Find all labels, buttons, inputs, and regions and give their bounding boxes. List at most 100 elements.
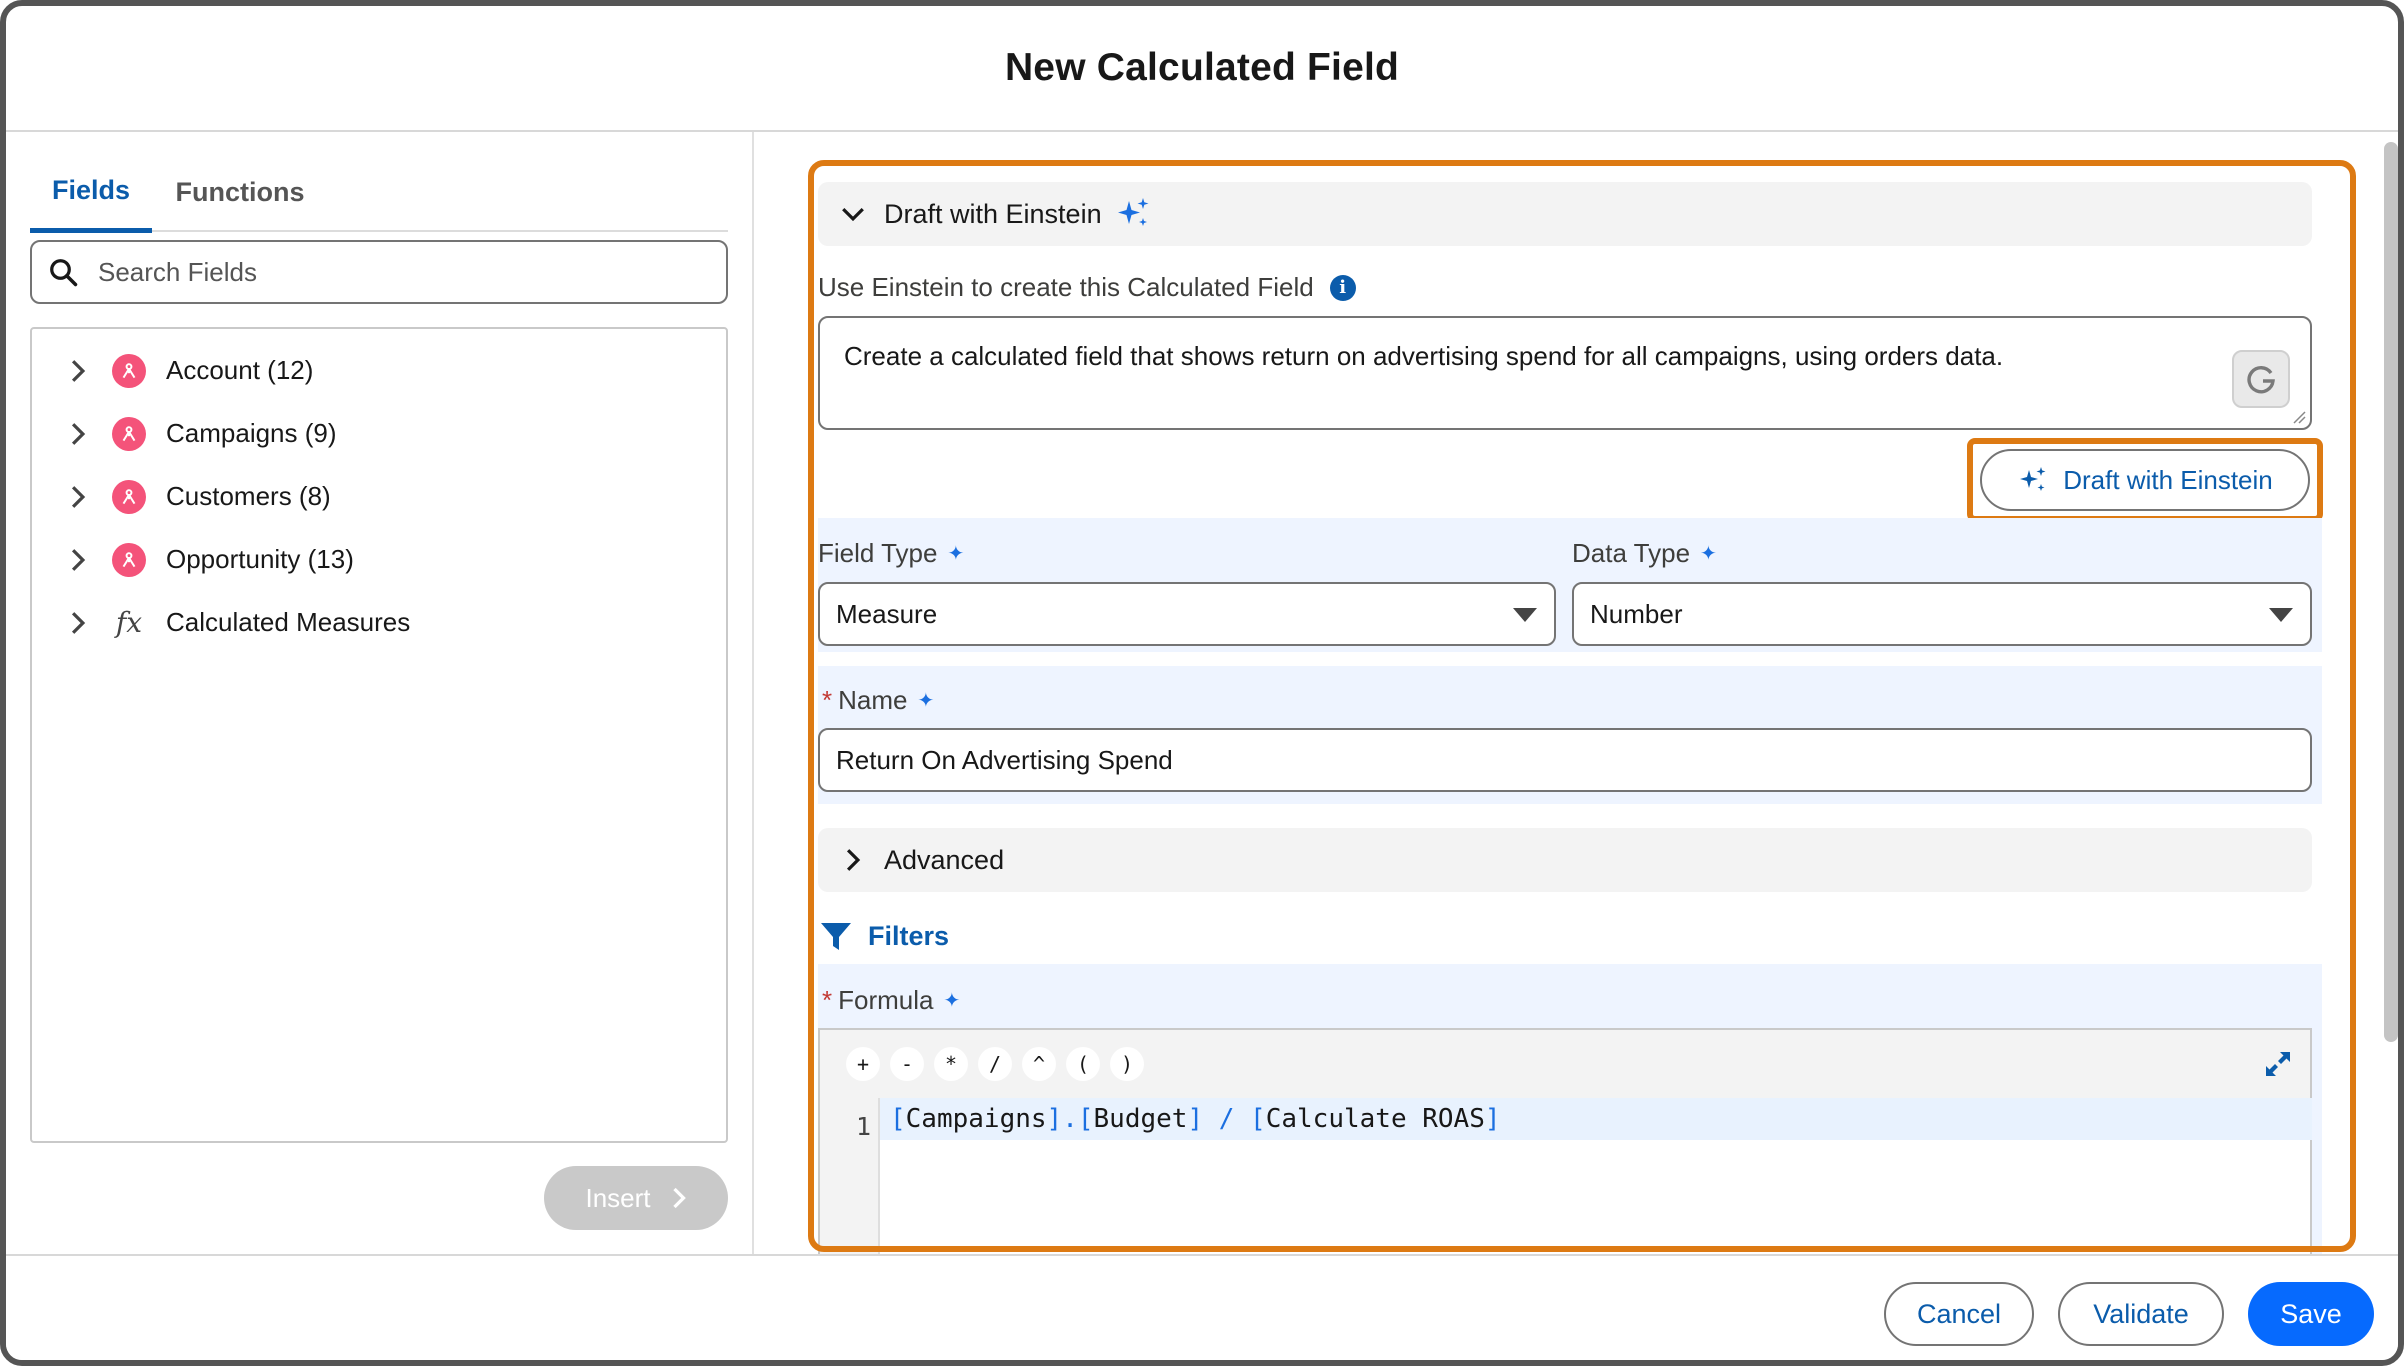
modal-footer: Cancel Validate Save — [6, 1254, 2398, 1360]
tab-bar: Fields Functions — [30, 152, 728, 233]
operator-minus-button[interactable]: - — [890, 1047, 924, 1081]
caret-down-icon — [2269, 608, 2293, 622]
search-field[interactable] — [30, 240, 728, 304]
prompt-label: Use Einstein to create this Calculated F… — [818, 272, 1314, 302]
operator-close-paren-button[interactable]: ) — [1110, 1047, 1144, 1081]
operator-open-paren-button[interactable]: ( — [1066, 1047, 1100, 1081]
save-button[interactable]: Save — [2248, 1282, 2374, 1346]
name-label-row: * Name ✦ — [822, 685, 934, 716]
modal-title: New Calculated Field — [1004, 46, 1400, 89]
modal-window: New Calculated Field Fields Functions Ac… — [0, 0, 2404, 1366]
tree-item-account[interactable]: Account (12) — [32, 339, 726, 402]
code-token: ] — [1484, 1104, 1501, 1134]
search-icon — [50, 259, 78, 287]
code-token: ] / [ — [1187, 1104, 1266, 1134]
code-token: ].[ — [1046, 1104, 1094, 1134]
operator-multiply-button[interactable]: * — [934, 1047, 968, 1081]
ai-generated-icon: ✦ — [917, 690, 935, 712]
formula-label-row: * Formula ✦ — [822, 985, 960, 1016]
cancel-button[interactable]: Cancel — [1884, 1282, 2034, 1346]
formula-code-line[interactable]: [Campaigns].[Budget] / [Calculate ROAS] — [880, 1098, 2312, 1140]
operator-plus-button[interactable]: + — [846, 1047, 880, 1081]
filters-label: Filters — [868, 921, 950, 951]
tree-item-opportunity[interactable]: Opportunity (13) — [32, 528, 726, 591]
tree-item-label: Campaigns (9) — [166, 418, 337, 448]
formula-label: Formula — [838, 985, 934, 1015]
modal-header: New Calculated Field — [6, 6, 2398, 132]
chevron-right-icon[interactable] — [68, 484, 88, 510]
draft-with-einstein-section[interactable]: Draft with Einstein — [818, 182, 2312, 246]
insert-button-label: Insert — [585, 1182, 651, 1213]
advanced-section[interactable]: Advanced — [818, 828, 2312, 892]
required-marker: * — [822, 685, 833, 715]
line-gutter: 1 — [820, 1098, 880, 1258]
einstein-sparkle-icon — [2020, 467, 2046, 491]
draft-with-einstein-button[interactable]: Draft with Einstein — [1980, 449, 2310, 511]
tree-item-label: Calculated Measures — [166, 607, 411, 637]
tree-item-customers[interactable]: Customers (8) — [32, 465, 726, 528]
data-type-label: Data Type — [1572, 538, 1691, 568]
name-input[interactable]: Return On Advertising Spend — [818, 728, 2312, 792]
field-type-value: Measure — [836, 598, 938, 629]
operator-divide-button[interactable]: / — [978, 1047, 1012, 1081]
insert-button[interactable]: Insert — [544, 1166, 728, 1230]
data-type-select[interactable]: Number — [1572, 582, 2312, 646]
function-icon: fx — [115, 606, 143, 639]
tree-item-campaigns[interactable]: Campaigns (9) — [32, 402, 726, 465]
tab-fields[interactable]: Fields — [30, 152, 152, 233]
caret-down-icon — [1513, 608, 1537, 622]
data-type-value: Number — [1590, 598, 1683, 629]
chevron-right-icon[interactable] — [68, 421, 88, 447]
info-icon[interactable]: i — [1329, 274, 1356, 301]
operator-power-button[interactable]: ^ — [1022, 1047, 1056, 1081]
left-panel: Fields Functions Account (12) Campaigns … — [6, 132, 754, 1254]
chevron-right-icon[interactable] — [68, 358, 88, 384]
chevron-right-icon[interactable] — [68, 610, 88, 636]
ai-generated-icon: ✦ — [943, 990, 961, 1012]
field-type-label-row: Field Type ✦ — [818, 538, 964, 569]
chevron-right-icon[interactable] — [68, 547, 88, 573]
filter-icon — [821, 922, 851, 950]
code-token: Calculate ROAS — [1265, 1104, 1485, 1134]
scrollbar[interactable] — [2384, 142, 2398, 1042]
tree-item-label: Customers (8) — [166, 481, 331, 511]
code-token: [ — [890, 1104, 906, 1134]
data-type-label-row: Data Type ✦ — [1572, 538, 1717, 569]
line-number: 1 — [856, 1112, 872, 1141]
object-icon — [112, 416, 146, 451]
ai-generated-icon: ✦ — [947, 543, 965, 565]
ai-generated-icon: ✦ — [1700, 543, 1717, 565]
object-icon — [112, 542, 146, 577]
search-input[interactable] — [98, 256, 698, 288]
draft-button-label: Draft with Einstein — [2063, 464, 2273, 495]
code-token: Budget — [1093, 1104, 1188, 1134]
tree-item-calculated-measures[interactable]: fx Calculated Measures — [32, 591, 726, 654]
field-type-select[interactable]: Measure — [818, 582, 1556, 646]
required-marker: * — [822, 985, 833, 1015]
draft-button-highlight: Draft with Einstein — [1967, 438, 2323, 522]
tree-item-label: Account (12) — [166, 355, 314, 385]
prompt-text: Create a calculated field that shows ret… — [844, 341, 2004, 371]
validate-button[interactable]: Validate — [2058, 1282, 2224, 1346]
formula-toolbar: + - * / ^ ( ) — [820, 1030, 2310, 1098]
field-tree: Account (12) Campaigns (9) Customers (8)… — [30, 327, 728, 1143]
formula-editor[interactable]: + - * / ^ ( ) 1 [Campaigns].[Budget] / [… — [818, 1028, 2312, 1258]
chevron-down-icon — [842, 207, 864, 222]
name-label: Name — [838, 685, 908, 715]
einstein-prompt-textarea[interactable]: Create a calculated field that shows ret… — [818, 316, 2312, 430]
code-token: Campaigns — [905, 1104, 1047, 1134]
tree-item-label: Opportunity (13) — [166, 544, 354, 574]
einstein-sparkle-icon — [1117, 198, 1149, 226]
filters-link[interactable]: Filters — [820, 921, 949, 952]
chevron-right-icon — [672, 1187, 686, 1209]
name-value: Return On Advertising Spend — [836, 744, 1173, 775]
section-label: Draft with Einstein — [884, 198, 1102, 229]
section-label: Advanced — [884, 844, 1005, 875]
field-type-label: Field Type — [818, 538, 938, 568]
expand-icon[interactable] — [2262, 1048, 2294, 1080]
tab-functions[interactable]: Functions — [160, 152, 320, 232]
resize-handle-icon[interactable] — [2292, 410, 2306, 424]
grammarly-icon[interactable] — [2232, 350, 2290, 408]
chevron-right-icon — [846, 849, 861, 871]
object-icon — [112, 353, 146, 388]
